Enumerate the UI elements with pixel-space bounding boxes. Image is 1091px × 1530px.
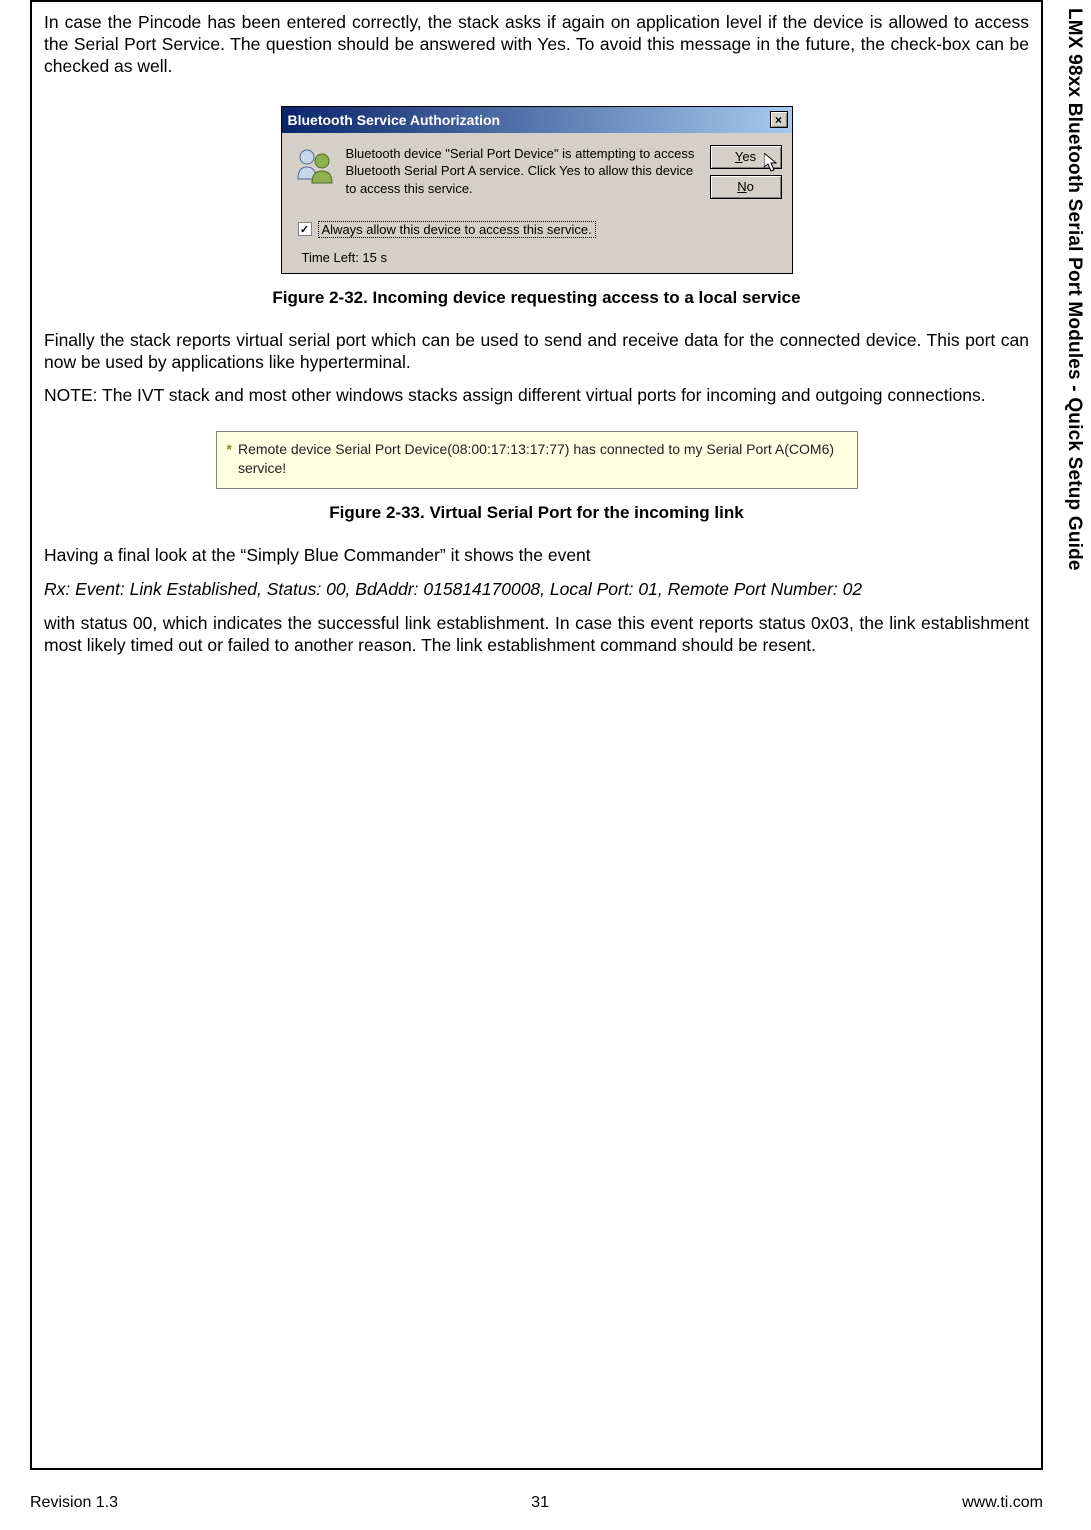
figure-2-33-caption: Figure 2-33. Virtual Serial Port for the… bbox=[44, 503, 1029, 523]
footer-page-number: 31 bbox=[531, 1494, 549, 1512]
always-allow-checkbox[interactable]: ✓ bbox=[298, 222, 312, 236]
footer-revision: Revision 1.3 bbox=[30, 1494, 118, 1512]
close-icon[interactable]: × bbox=[770, 111, 788, 128]
bluetooth-auth-dialog: Bluetooth Service Authorization × bbox=[281, 106, 793, 274]
paragraph-2: Finally the stack reports virtual serial… bbox=[44, 330, 1029, 374]
always-allow-label: Always allow this device to access this … bbox=[318, 221, 596, 238]
figure-2-33-container: * Remote device Serial Port Device(08:00… bbox=[44, 431, 1029, 489]
people-icon bbox=[292, 143, 336, 187]
paragraph-5-event: Rx: Event: Link Established, Status: 00,… bbox=[44, 579, 1029, 601]
dialog-message: Bluetooth device "Serial Port Device" is… bbox=[346, 143, 700, 198]
document-title-sidebar: LMX 98xx Bluetooth Serial Port Modules -… bbox=[1053, 8, 1085, 571]
figure-2-32-caption: Figure 2-32. Incoming device requesting … bbox=[44, 288, 1029, 308]
paragraph-3: NOTE: The IVT stack and most other windo… bbox=[44, 385, 1029, 407]
dialog-titlebar: Bluetooth Service Authorization × bbox=[282, 107, 792, 133]
dialog-title: Bluetooth Service Authorization bbox=[288, 112, 770, 128]
paragraph-1: In case the Pincode has been entered cor… bbox=[44, 12, 1029, 78]
yes-button[interactable]: Yes bbox=[710, 145, 782, 169]
footer-url: www.ti.com bbox=[962, 1494, 1043, 1512]
figure-2-32-container: Bluetooth Service Authorization × bbox=[44, 106, 1029, 274]
notification-text: Remote device Serial Port Device(08:00:1… bbox=[238, 440, 847, 478]
connection-notification: * Remote device Serial Port Device(08:00… bbox=[216, 431, 858, 489]
paragraph-6: with status 00, which indicates the succ… bbox=[44, 613, 1029, 657]
paragraph-4: Having a final look at the “Simply Blue … bbox=[44, 545, 1029, 567]
dialog-body: Bluetooth device "Serial Port Device" is… bbox=[282, 133, 792, 273]
bullet-icon: * bbox=[227, 440, 232, 478]
time-left-label: Time Left: 15 s bbox=[302, 250, 782, 265]
no-button[interactable]: No bbox=[710, 175, 782, 199]
page-footer: Revision 1.3 31 www.ti.com bbox=[30, 1494, 1043, 1512]
page-content-frame: In case the Pincode has been entered cor… bbox=[30, 0, 1043, 1470]
